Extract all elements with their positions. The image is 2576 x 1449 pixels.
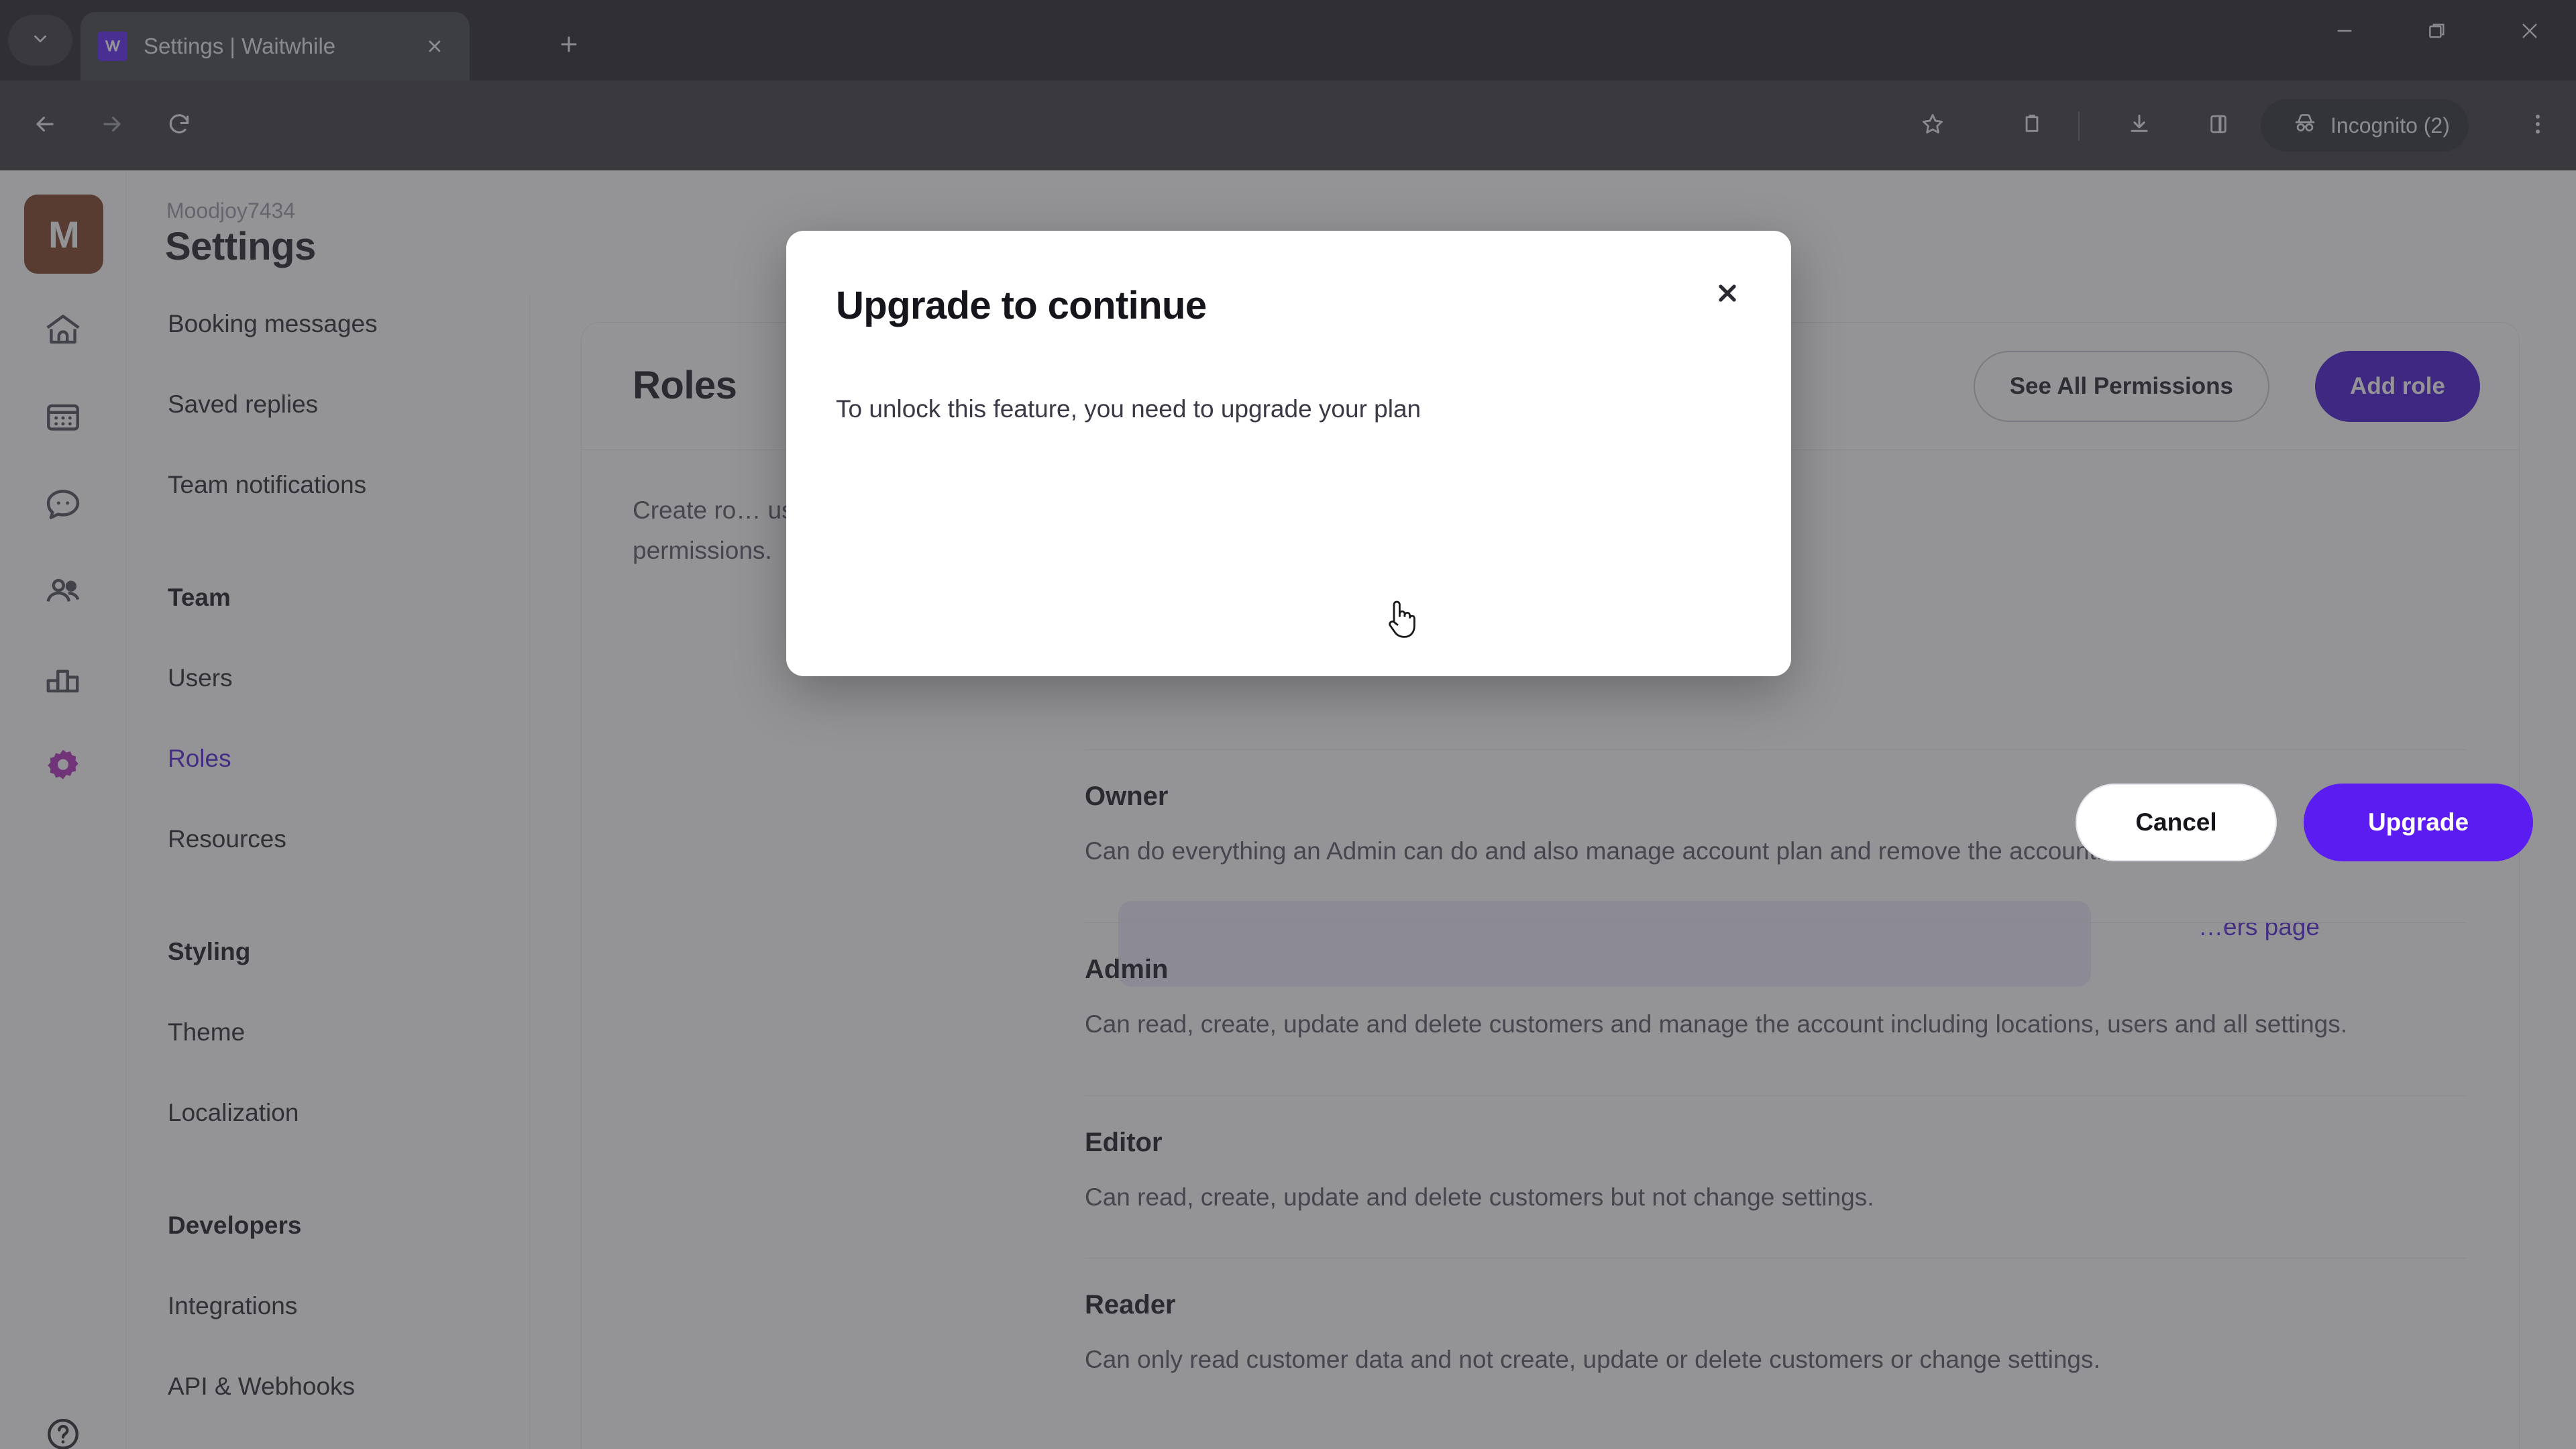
close-icon: [1714, 280, 1741, 310]
upgrade-modal: Upgrade to continue To unlock this featu…: [786, 231, 2533, 861]
modal-scrim[interactable]: [0, 0, 2576, 1449]
modal-title: Upgrade to continue: [836, 284, 1207, 327]
modal-close-button[interactable]: [1704, 271, 1751, 318]
modal-body-text: To unlock this feature, you need to upgr…: [836, 395, 1421, 423]
mouse-cursor: [1382, 596, 1419, 644]
cancel-button[interactable]: Cancel: [2076, 784, 2277, 861]
upgrade-button[interactable]: Upgrade: [2304, 784, 2533, 861]
